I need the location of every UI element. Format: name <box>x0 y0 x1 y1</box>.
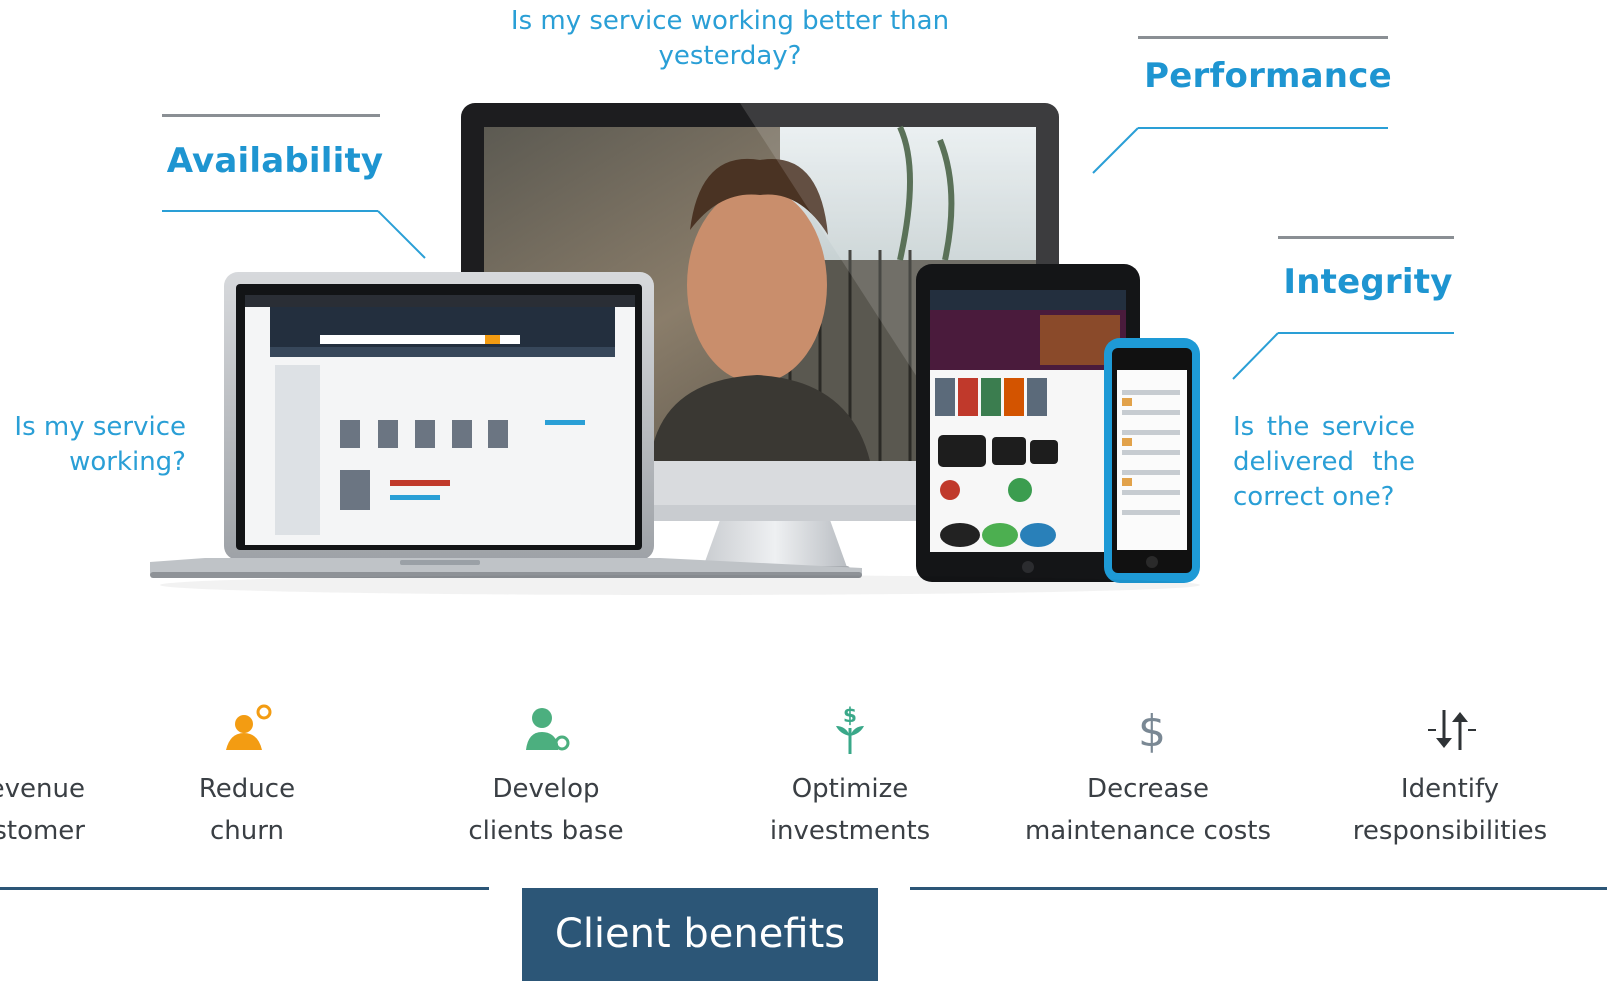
smartphone <box>1104 338 1200 583</box>
dollar-icon: $ <box>1138 706 1166 757</box>
dollar-sprout-icon: $ <box>836 703 864 754</box>
benefit-reduce-churn: Reduce churn <box>198 774 296 846</box>
footer-line-right <box>910 887 1607 890</box>
benefit-increase-revenue: Increase revenue per customer <box>0 774 85 846</box>
svg-text:$: $ <box>843 703 857 727</box>
client-benefits-banner: Client benefits <box>522 888 878 981</box>
arrows-updown-icon <box>1428 710 1476 750</box>
user-churn-icon <box>226 704 272 750</box>
svg-text:$: $ <box>1138 706 1166 757</box>
benefit-optimize-investments: Optimize investments <box>769 774 931 846</box>
footer-line-left <box>0 887 489 890</box>
page: Is my service working better than yester… <box>0 0 1607 1005</box>
user-growth-icon <box>526 708 570 751</box>
benefit-identify-responsibilities: Identify responsibilities <box>1352 774 1548 846</box>
benefit-develop-clients: Develop clients base <box>468 774 624 846</box>
devices-illustration <box>150 103 1200 595</box>
benefit-decrease-maintenance: Decrease maintenance costs <box>1024 774 1272 846</box>
